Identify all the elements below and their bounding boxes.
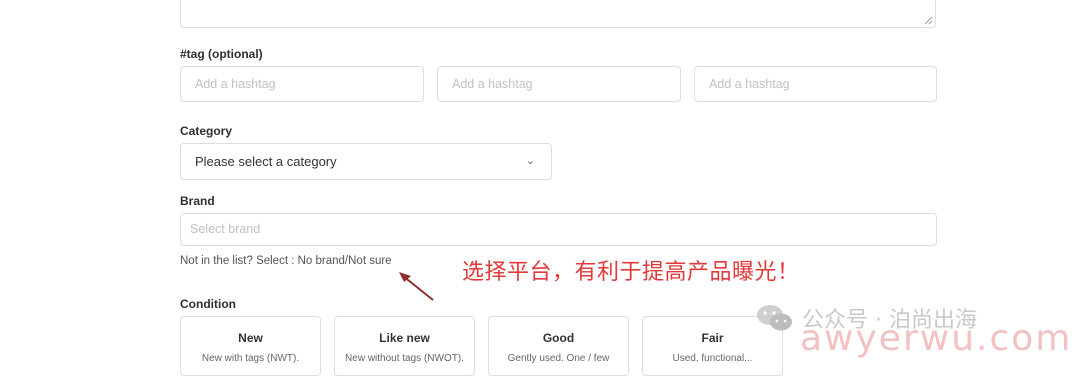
hashtag-input-1[interactable]: Add a hashtag: [180, 66, 424, 102]
condition-desc: New without tags (NWOT).: [345, 353, 464, 364]
tag-label: #tag (optional): [180, 47, 263, 61]
brand-input[interactable]: Select brand: [180, 213, 937, 246]
condition-card-good[interactable]: Good Gently used. One / few: [488, 316, 629, 376]
category-select[interactable]: Please select a category ⌄: [180, 143, 552, 180]
condition-title: Like new: [379, 331, 430, 345]
condition-title: Good: [542, 331, 575, 345]
chevron-down-icon: ⌄: [525, 155, 535, 167]
condition-desc: New with tags (NWT).: [201, 353, 300, 364]
hashtag-input-2[interactable]: Add a hashtag: [437, 66, 681, 102]
condition-title: New: [238, 331, 263, 345]
description-textarea[interactable]: [180, 0, 936, 28]
hashtag-input-3[interactable]: Add a hashtag: [694, 66, 937, 102]
brand-label: Brand: [180, 194, 215, 208]
category-label: Category: [180, 124, 233, 138]
brand-hint: Not in the list? Select : No brand/Not s…: [180, 255, 392, 267]
condition-desc: Used, functional...: [672, 353, 753, 364]
annotation-arrow-icon: [399, 272, 434, 301]
resize-handle-icon[interactable]: [923, 15, 933, 25]
condition-label: Condition: [180, 297, 236, 311]
watermark-overlay: awyerwu.com: [800, 318, 1073, 359]
category-select-value: Please select a category: [195, 154, 337, 169]
annotation-text: 选择平台，有利于提高产品曝光！: [462, 260, 800, 285]
condition-desc: Gently used. One / few: [507, 353, 610, 364]
wechat-icon: [757, 305, 792, 331]
condition-card-like-new[interactable]: Like new New without tags (NWOT).: [334, 316, 475, 376]
condition-card-new[interactable]: New New with tags (NWT).: [180, 316, 321, 376]
